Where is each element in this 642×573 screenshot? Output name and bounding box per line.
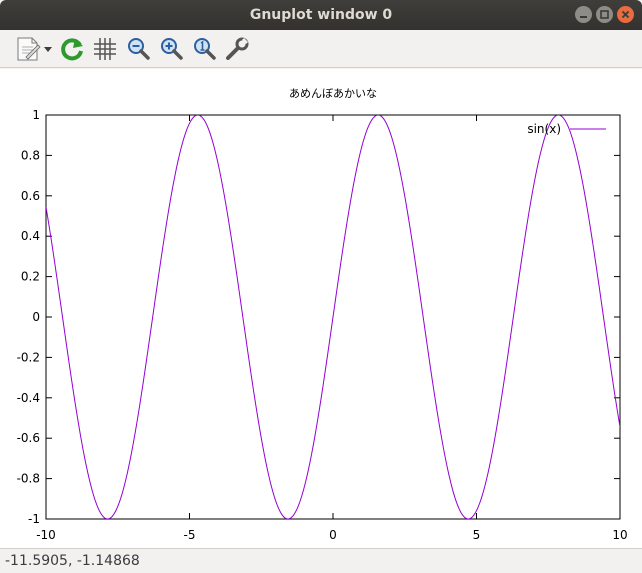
statusbar: -11.5905, -1.14868	[0, 548, 642, 573]
replot-button[interactable]	[57, 34, 87, 64]
sin-chart: あめんぼあかいな -10 -5 0 5 10 -1 -0.8 -0.6 -0.4 -0.2 0 0.2…	[17, 87, 628, 542]
y-tick-label: 1	[32, 108, 40, 122]
export-icon	[17, 37, 52, 60]
coordinates-readout: -11.5905, -1.14868	[5, 553, 140, 569]
export-button[interactable]	[14, 34, 54, 64]
grid-button[interactable]	[90, 34, 120, 64]
minimize-icon	[580, 16, 587, 18]
legend-label: sin(x)	[527, 122, 561, 136]
y-tick-label: 0.6	[21, 189, 40, 203]
autoscale-icon	[194, 37, 216, 60]
zoom-next-icon	[161, 37, 183, 60]
maximize-button[interactable]	[596, 6, 613, 23]
y-tick-label: -0.2	[17, 350, 40, 364]
y-tick-label: -0.8	[17, 472, 40, 486]
y-tick-label: 0.8	[21, 148, 40, 162]
chart-title: あめんぼあかいな	[289, 87, 377, 100]
minimize-button[interactable]	[575, 6, 592, 23]
y-tick-label: -0.4	[17, 391, 40, 405]
y-tick-label: 0.4	[21, 229, 40, 243]
toolbar	[0, 30, 642, 68]
series-line	[46, 115, 620, 519]
plot-canvas[interactable]: あめんぼあかいな -10 -5 0 5 10 -1 -0.8 -0.6 -0.4 -0.2 0 0.2…	[0, 69, 642, 548]
maximize-icon	[600, 10, 609, 19]
y-tick-label: -0.6	[17, 431, 40, 445]
x-tick-label: 5	[473, 528, 481, 542]
x-tick-label: -10	[36, 528, 56, 542]
y-tick-label: 0	[32, 310, 40, 324]
x-tick-label: 10	[612, 528, 627, 542]
window-title: Gnuplot window 0	[249, 7, 393, 23]
zoom-previous-icon	[128, 37, 150, 60]
window-controls	[575, 6, 634, 23]
close-button[interactable]	[617, 6, 634, 23]
zoom-previous-button[interactable]	[123, 34, 153, 64]
window-titlebar[interactable]: Gnuplot window 0	[0, 0, 642, 30]
x-tick-label: 0	[329, 528, 337, 542]
zoom-next-button[interactable]	[156, 34, 186, 64]
y-tick-label: 0.2	[21, 270, 40, 284]
grid-icon	[94, 37, 116, 60]
x-tick-label: -5	[184, 528, 196, 542]
autoscale-button[interactable]	[189, 34, 219, 64]
close-icon	[621, 10, 630, 19]
settings-button[interactable]	[222, 34, 252, 64]
y-tick-label: -1	[28, 512, 40, 526]
replot-icon	[61, 37, 83, 60]
settings-icon	[226, 37, 249, 60]
